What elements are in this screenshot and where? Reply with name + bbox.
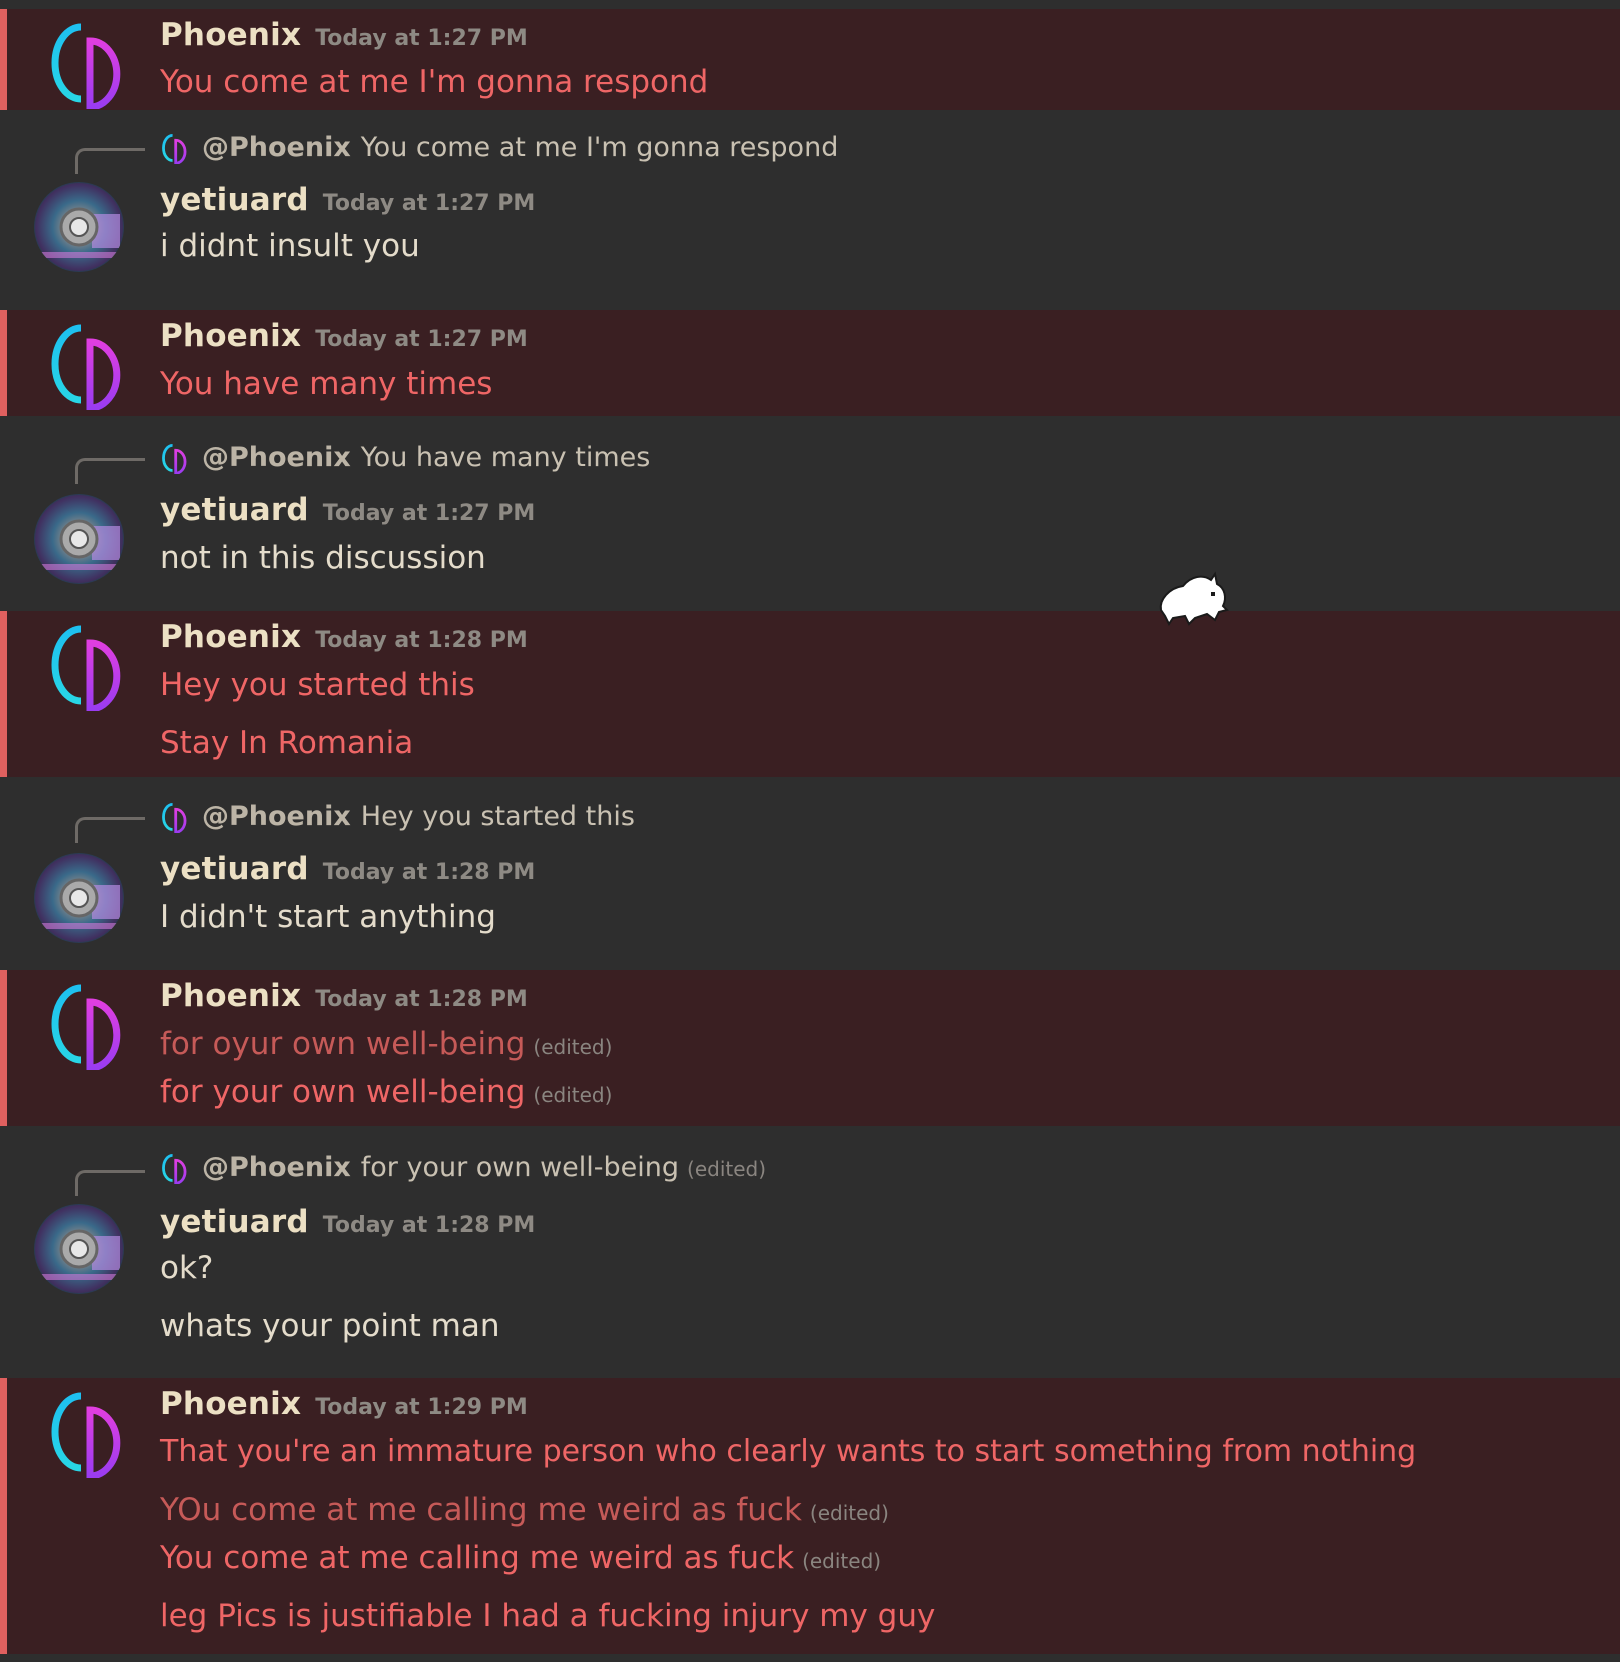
message-text: i didnt insult you bbox=[160, 228, 420, 264]
message-text: for oyur own well-being bbox=[160, 1026, 526, 1062]
reply-mention[interactable]: @Phoenix bbox=[202, 1152, 351, 1183]
username[interactable]: Phoenix bbox=[160, 978, 301, 1014]
message-text: I didn't start anything bbox=[160, 899, 496, 935]
edited-label: (edited) bbox=[687, 1157, 767, 1181]
yuzu-logo-icon[interactable] bbox=[48, 625, 128, 711]
reply-preview[interactable]: @Phoenix You have many times bbox=[160, 442, 650, 474]
username[interactable]: Phoenix bbox=[160, 619, 301, 655]
message-text: ok? bbox=[160, 1250, 214, 1286]
yuzu-logo-icon bbox=[162, 443, 187, 474]
username[interactable]: yetiuard bbox=[160, 851, 309, 887]
reply-spine-icon bbox=[75, 817, 145, 843]
message-text: YOu come at me calling me weird as fuck bbox=[160, 1492, 802, 1528]
yuzu-logo-icon bbox=[162, 133, 187, 164]
edited-label: (edited) bbox=[533, 1083, 613, 1107]
username[interactable]: Phoenix bbox=[160, 318, 301, 354]
message-phoenix[interactable]: Phoenix Today at 1:28 PM for oyur own wel… bbox=[0, 970, 1620, 1126]
timestamp: Today at 1:28 PM bbox=[322, 860, 536, 885]
edited-label: (edited) bbox=[802, 1549, 882, 1573]
username[interactable]: yetiuard bbox=[160, 182, 309, 218]
disc-avatar-icon[interactable] bbox=[34, 1204, 124, 1294]
yuzu-logo-icon[interactable] bbox=[48, 984, 128, 1070]
message-text: You have many times bbox=[160, 366, 493, 402]
reply-preview[interactable]: @Phoenix Hey you started this bbox=[160, 801, 635, 833]
reply-text: for your own well-being bbox=[360, 1152, 680, 1183]
edited-label: (edited) bbox=[809, 1501, 889, 1525]
message-text: leg Pics is justifiable I had a fucking … bbox=[160, 1598, 936, 1634]
timestamp: Today at 1:27 PM bbox=[315, 327, 528, 352]
reply-spine-icon bbox=[75, 458, 145, 484]
message-yetiuard[interactable]: @Phoenix You come at me I'm gonna respond… bbox=[0, 110, 1620, 292]
top-strip bbox=[0, 0, 1620, 9]
timestamp: Today at 1:28 PM bbox=[315, 987, 528, 1012]
reply-preview[interactable]: @Phoenix You come at me I'm gonna respond bbox=[160, 132, 838, 164]
reply-preview[interactable]: @Phoenix for your own well-being (edited) bbox=[160, 1152, 766, 1184]
reply-spine-icon bbox=[75, 1170, 145, 1196]
yuzu-logo-icon bbox=[162, 802, 187, 833]
message-text: Hey you started this bbox=[160, 667, 475, 703]
message-text-original: YOu come at me calling me weird as fuck (… bbox=[160, 1492, 889, 1528]
disc-avatar-icon[interactable] bbox=[34, 182, 124, 272]
timestamp: Today at 1:29 PM bbox=[315, 1395, 528, 1420]
cat-cursor-icon bbox=[1159, 571, 1229, 626]
username[interactable]: yetiuard bbox=[160, 492, 309, 528]
username[interactable]: yetiuard bbox=[160, 1204, 309, 1240]
username[interactable]: Phoenix bbox=[160, 17, 301, 53]
message-phoenix[interactable]: Phoenix Today at 1:27 PM You come at me I… bbox=[0, 9, 1620, 110]
message-text: Stay In Romania bbox=[160, 725, 414, 761]
timestamp: Today at 1:27 PM bbox=[315, 26, 528, 51]
timestamp: Today at 1:28 PM bbox=[315, 628, 528, 653]
message-text: whats your point man bbox=[160, 1308, 500, 1344]
message-text: not in this discussion bbox=[160, 540, 486, 576]
message-text: That you're an immature person who clear… bbox=[160, 1434, 1417, 1469]
message-phoenix[interactable]: Phoenix Today at 1:28 PM Hey you started … bbox=[0, 611, 1620, 777]
message-phoenix[interactable]: Phoenix Today at 1:27 PM You have many ti… bbox=[0, 310, 1620, 416]
disc-avatar-icon[interactable] bbox=[34, 853, 124, 943]
timestamp: Today at 1:28 PM bbox=[322, 1213, 536, 1238]
yuzu-logo-icon[interactable] bbox=[48, 23, 128, 109]
yuzu-logo-icon bbox=[162, 1153, 187, 1184]
message-text: for your own well-being bbox=[160, 1074, 526, 1110]
yuzu-logo-icon[interactable] bbox=[48, 324, 128, 410]
message-text-edited: for your own well-being (edited) bbox=[160, 1074, 612, 1110]
username[interactable]: Phoenix bbox=[160, 1386, 301, 1422]
disc-avatar-icon[interactable] bbox=[34, 494, 124, 584]
message-yetiuard[interactable]: @Phoenix Hey you started this yetiuard Tod… bbox=[0, 777, 1620, 970]
message-yetiuard[interactable]: @Phoenix You have many times yetiuard Toda… bbox=[0, 416, 1620, 611]
reply-text: You come at me I'm gonna respond bbox=[360, 132, 839, 163]
message-text: You come at me calling me weird as fuck bbox=[160, 1540, 795, 1576]
reply-spine-icon bbox=[75, 148, 145, 174]
reply-mention[interactable]: @Phoenix bbox=[202, 132, 351, 163]
reply-mention[interactable]: @Phoenix bbox=[202, 801, 351, 832]
message-text-edited: You come at me calling me weird as fuck (… bbox=[160, 1540, 881, 1576]
reply-mention[interactable]: @Phoenix bbox=[202, 442, 351, 473]
timestamp: Today at 1:27 PM bbox=[322, 191, 536, 216]
message-yetiuard[interactable]: @Phoenix for your own well-being (edited) … bbox=[0, 1126, 1620, 1378]
reply-text: Hey you started this bbox=[360, 801, 635, 832]
yuzu-logo-icon[interactable] bbox=[48, 1392, 128, 1478]
message-text-original: for oyur own well-being (edited) bbox=[160, 1026, 612, 1062]
edited-label: (edited) bbox=[533, 1035, 613, 1059]
message-text: You come at me I'm gonna respond bbox=[160, 64, 709, 100]
message-phoenix[interactable]: Phoenix Today at 1:29 PM That you're an i… bbox=[0, 1378, 1620, 1654]
reply-text: You have many times bbox=[360, 442, 651, 473]
timestamp: Today at 1:27 PM bbox=[322, 501, 536, 526]
